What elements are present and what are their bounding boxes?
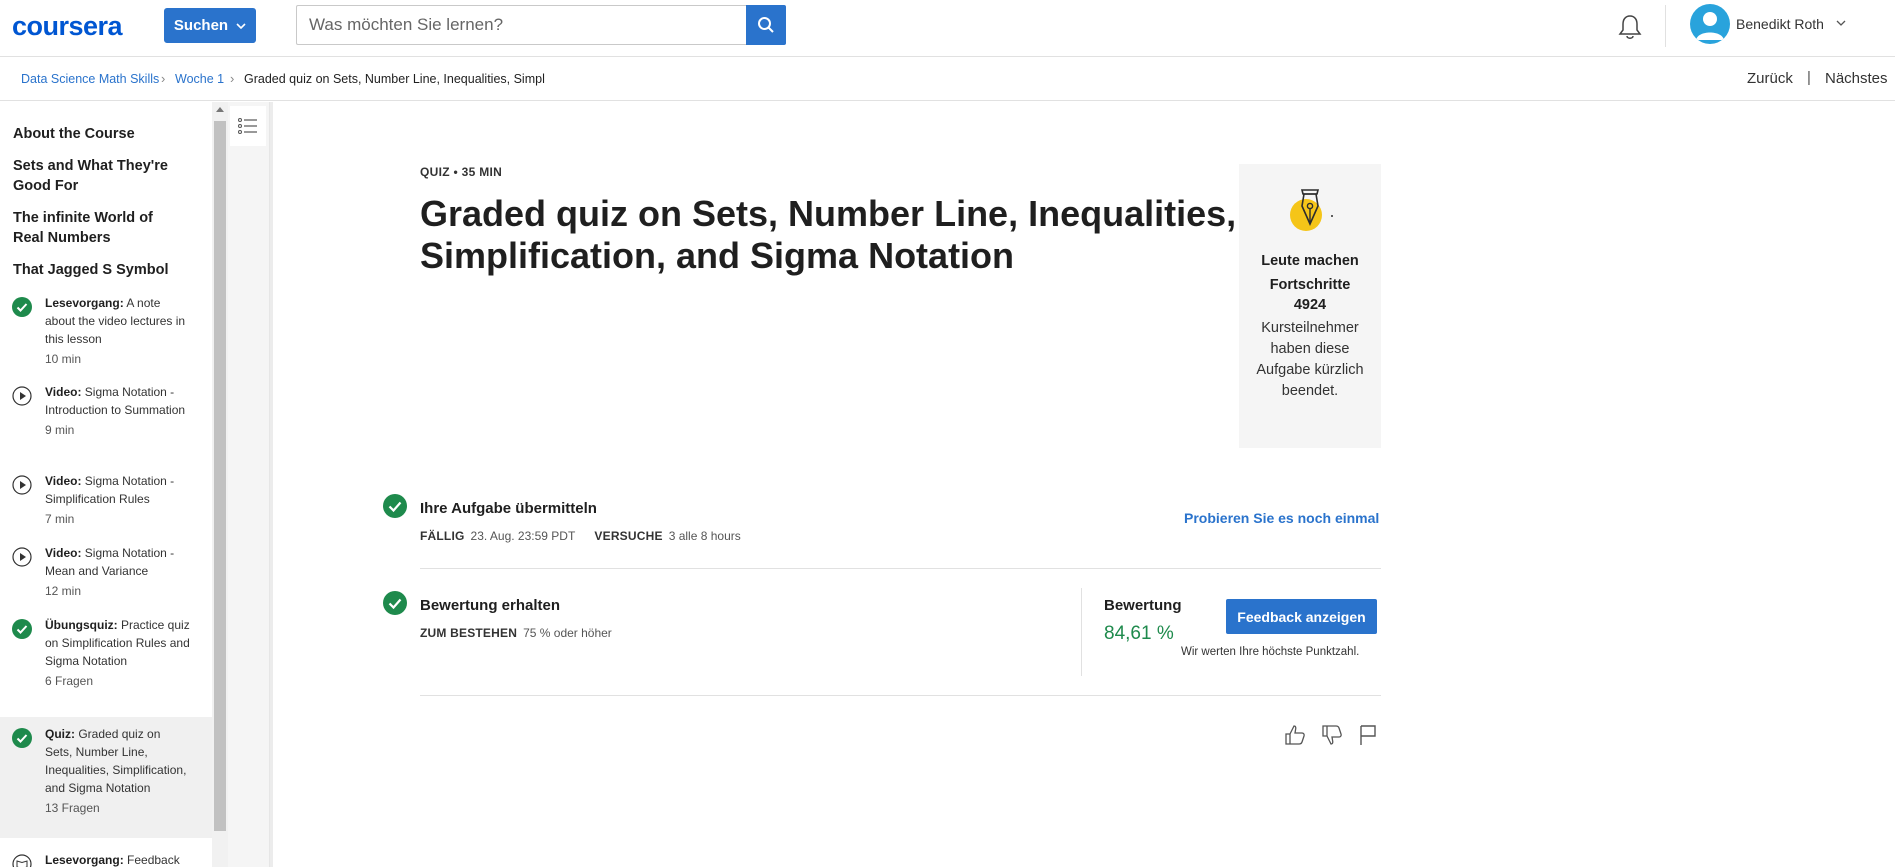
attempts-value: 3 alle 8 hours: [668, 529, 741, 543]
back-link[interactable]: Zurück: [1747, 70, 1793, 87]
sidebar-section-sets[interactable]: Sets and What They're Good For: [13, 156, 183, 196]
sidebar-item-text: Quiz: Graded quiz on Sets, Number Line, …: [45, 727, 187, 815]
flag-icon[interactable]: [1356, 723, 1380, 747]
sidebar-item-text: Video: Sigma Notation - Mean and Varianc…: [45, 546, 175, 598]
sidebar-item-text: Übungsquiz: Practice quiz on Simplificat…: [45, 618, 190, 688]
breadcrumb-separator: ›: [161, 71, 166, 86]
coursera-logo[interactable]: coursera: [12, 11, 123, 42]
pass-label: ZUM BESTEHEN: [420, 626, 518, 640]
sidebar-section-sigma[interactable]: That Jagged S Symbol: [13, 260, 183, 280]
search-input[interactable]: [296, 5, 746, 45]
sidebar-item-text: Lesevorgang: Feedback: [45, 853, 180, 867]
sidebar-item-text: Video: Sigma Notation - Simplification R…: [45, 474, 175, 526]
progress-card-count: 4924: [1293, 297, 1327, 313]
top-header: coursera Suchen Benedikt Roth: [0, 0, 1895, 57]
view-feedback-button[interactable]: Feedback anzeigen: [1226, 599, 1377, 634]
attempts-label: VERSUCHE: [594, 529, 663, 543]
sidebar-scroll-thumb[interactable]: [214, 121, 226, 831]
play-circle-icon: [12, 386, 32, 406]
avatar[interactable]: [1690, 4, 1730, 44]
play-circle-icon: [12, 475, 32, 495]
sidebar-item-video-intro[interactable]: Video: Sigma Notation - Introduction to …: [0, 381, 212, 457]
sidebar-item-text: Lesevorgang: A note about the video lect…: [45, 296, 186, 366]
grade-label: Bewertung: [1104, 597, 1182, 614]
breadcrumb-course[interactable]: Data Science Math Skills: [21, 72, 159, 86]
play-circle-icon: [12, 547, 32, 567]
progress-card-description: Kursteilnehmer haben diese Aufgabe kürzl…: [1256, 320, 1364, 399]
sidebar-item-reading-feedback[interactable]: Lesevorgang: Feedback: [0, 849, 212, 867]
search-submit-button[interactable]: [746, 5, 786, 45]
thumbs-down-icon[interactable]: [1320, 723, 1344, 747]
grade-step-title: Bewertung erhalten: [420, 597, 561, 614]
due-value: 23. Aug. 23:59 PDT: [470, 529, 576, 543]
check-circle-icon: [383, 591, 407, 615]
toc-rail: [228, 102, 270, 867]
header-divider: [1665, 5, 1666, 47]
check-circle-icon: [12, 728, 32, 748]
due-label: FÄLLIG: [420, 529, 465, 543]
next-link[interactable]: Nächstes: [1825, 70, 1888, 87]
submit-step-title: Ihre Aufgabe übermitteln: [420, 500, 597, 517]
submit-step-meta: FÄLLIG 23. Aug. 23:59 PDT VERSUCHE 3 alle …: [420, 529, 741, 543]
progress-card: Leute machen Fortschritte 4924 Kursteiln…: [1239, 164, 1381, 448]
browse-button-label: Suchen: [173, 17, 229, 34]
divider: [420, 695, 1381, 696]
user-name[interactable]: Benedikt Roth: [1736, 16, 1824, 32]
content-edge: [270, 102, 273, 867]
nav-divider: |: [1807, 69, 1811, 86]
thumbs-up-icon[interactable]: [1283, 723, 1307, 747]
breadcrumb-week[interactable]: Woche 1: [175, 72, 224, 86]
breadcrumb-separator: ›: [230, 71, 235, 86]
grade-note: Wir werten Ihre höchste Punktzahl.: [1181, 646, 1360, 658]
search-icon: [758, 17, 774, 33]
item-meta: QUIZ • 35 MIN: [420, 165, 503, 179]
divider: [420, 568, 1381, 569]
pen-nib-icon: [1290, 189, 1333, 231]
chevron-down-icon: [236, 22, 246, 29]
breadcrumb: Data Science Math Skills › Woche 1 › Gra…: [0, 57, 1895, 101]
sidebar-item-text: Video: Sigma Notation - Introduction to …: [45, 385, 186, 437]
progress-card-title: Leute machen Fortschritte: [1261, 253, 1359, 293]
browse-button[interactable]: Suchen: [164, 8, 256, 43]
check-circle-icon: [383, 494, 407, 518]
toc-toggle-button[interactable]: [230, 106, 266, 146]
sidebar-item-practice-quiz[interactable]: Übungsquiz: Practice quiz on Simplificat…: [0, 614, 212, 710]
breadcrumb-current: Graded quiz on Sets, Number Line, Inequa…: [244, 72, 545, 86]
avatar-icon: [1696, 12, 1724, 40]
grade-value: 84,61 %: [1104, 623, 1174, 644]
sidebar-section-about[interactable]: About the Course: [13, 124, 183, 144]
list-icon: [238, 118, 257, 134]
chevron-down-icon[interactable]: [1836, 20, 1846, 26]
course-sidebar: About the Course Sets and What They're G…: [0, 102, 212, 867]
bell-icon[interactable]: [1617, 13, 1643, 41]
pass-value: 75 % oder höher: [523, 626, 612, 640]
sidebar-item-video-mean[interactable]: Video: Sigma Notation - Mean and Varianc…: [0, 542, 212, 602]
sidebar-item-video-rules[interactable]: Video: Sigma Notation - Simplification R…: [0, 470, 212, 530]
page-title: Graded quiz on Sets, Number Line, Inequa…: [420, 193, 1237, 276]
check-circle-icon: [12, 297, 32, 317]
reading-icon: [12, 854, 32, 867]
sidebar-item-graded-quiz[interactable]: Quiz: Graded quiz on Sets, Number Line, …: [0, 717, 212, 838]
check-circle-icon: [12, 619, 32, 639]
scroll-up-arrow-icon[interactable]: [216, 106, 224, 112]
retry-link[interactable]: Probieren Sie es noch einmal: [1184, 510, 1379, 526]
sidebar-item-reading-note[interactable]: Lesevorgang: A note about the video lect…: [0, 292, 212, 368]
vertical-divider: [1081, 588, 1082, 676]
sidebar-section-real-numbers[interactable]: The infinite World of Real Numbers: [13, 208, 183, 248]
grade-step-meta: ZUM BESTEHEN 75 % oder höher: [420, 626, 612, 640]
